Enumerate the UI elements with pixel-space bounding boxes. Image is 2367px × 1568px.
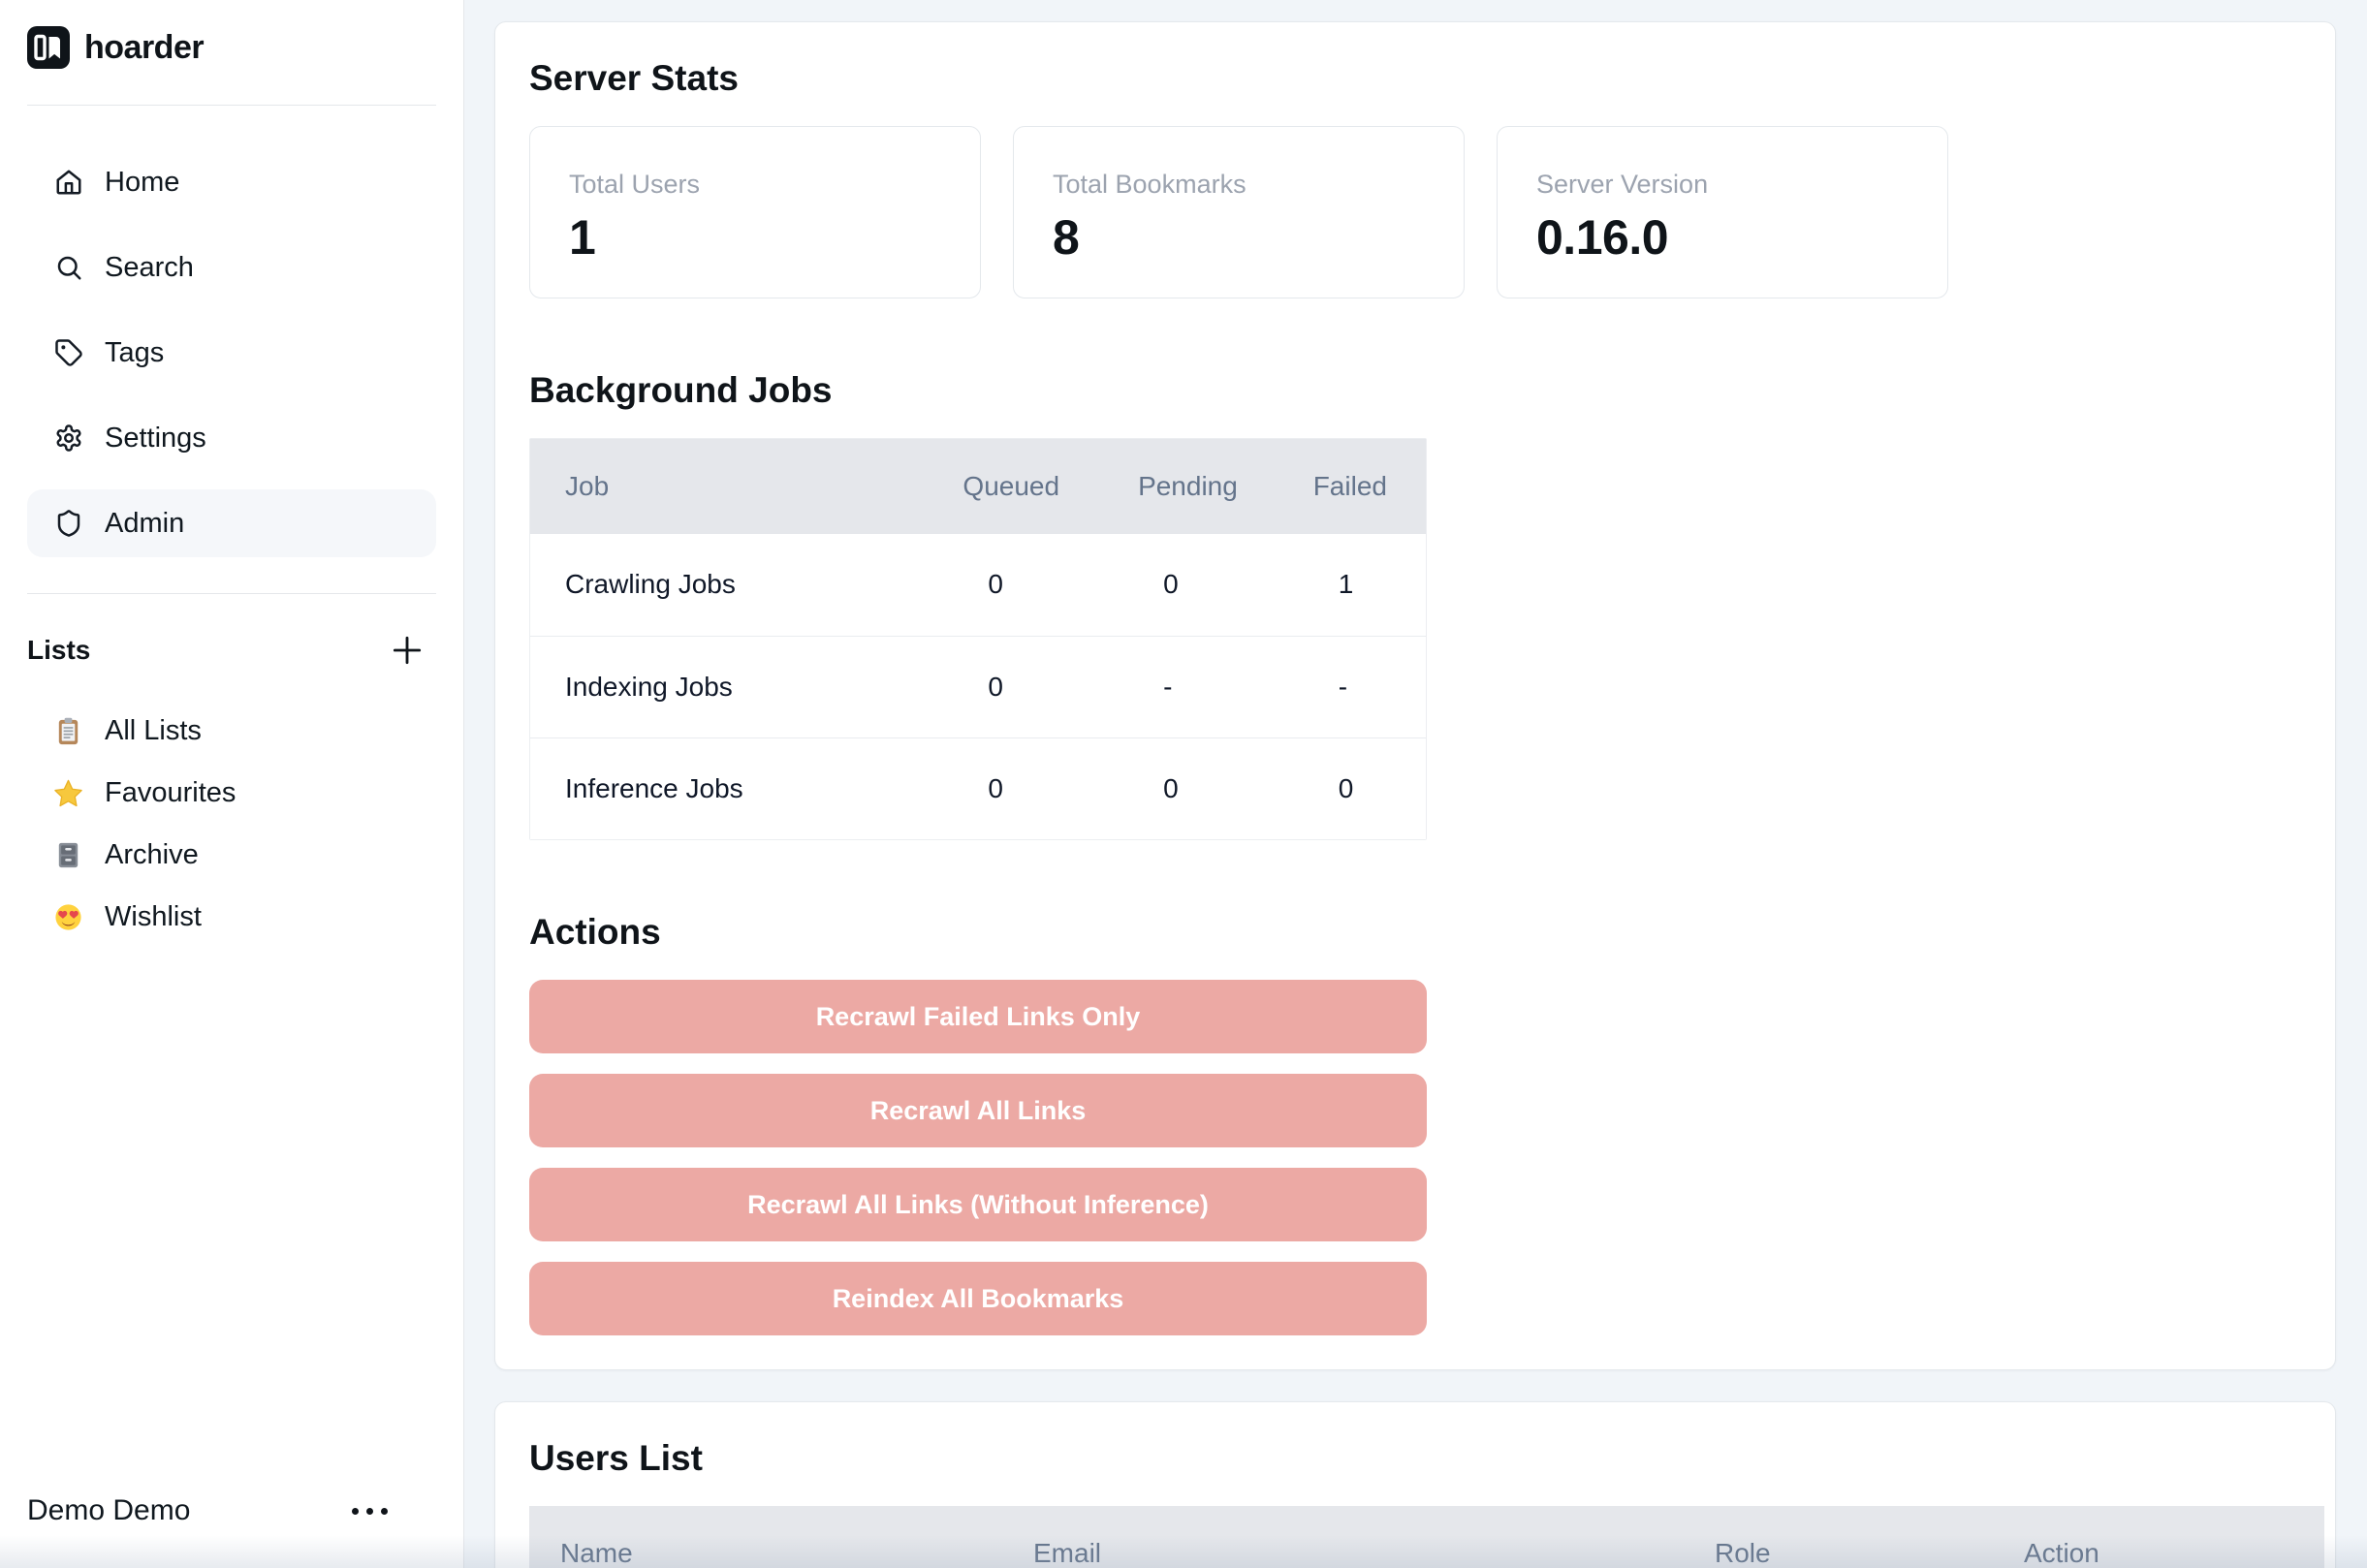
server-stats-title: Server Stats xyxy=(529,56,2301,101)
shield-icon xyxy=(54,509,83,538)
users-list-title: Users List xyxy=(529,1436,2301,1481)
lists-header: Lists xyxy=(27,627,436,674)
table-row: Indexing Jobs 0 - - xyxy=(530,636,1426,737)
stat-label: Total Bookmarks xyxy=(1053,170,1464,200)
sidebar-item-search[interactable]: Search xyxy=(27,234,436,301)
failed-cell: 1 xyxy=(1313,534,1426,636)
users-list-table: Name Email Role Action xyxy=(529,1506,2324,1568)
actions-title: Actions xyxy=(529,910,2301,955)
server-stats-row: Total Users 1 Total Bookmarks 8 Server V… xyxy=(529,126,2301,298)
clipboard-icon xyxy=(53,716,83,746)
heart-eyes-icon xyxy=(53,902,83,932)
table-header-row: Job Queued Pending Failed xyxy=(530,439,1426,534)
search-icon xyxy=(54,253,83,282)
users-list-card: Users List Name Email Role Action xyxy=(494,1401,2336,1568)
user-menu[interactable]: Demo Demo xyxy=(27,1494,436,1527)
lists-section: All Lists Favourites xyxy=(27,708,436,939)
list-item-label: All Lists xyxy=(105,715,202,747)
main-content: Server Stats Total Users 1 Total Bookmar… xyxy=(464,0,2367,1568)
column-header-name: Name xyxy=(529,1506,1002,1568)
divider xyxy=(27,593,436,594)
stat-label: Server Version xyxy=(1536,170,1947,200)
divider xyxy=(27,105,436,106)
list-item-label: Favourites xyxy=(105,777,236,809)
list-item-favourites[interactable]: Favourites xyxy=(27,770,436,815)
sidebar: hoarder Home Search Tags xyxy=(0,0,464,1568)
sidebar-item-label: Tags xyxy=(105,337,164,369)
column-header-queued: Queued xyxy=(963,439,1138,534)
add-list-button[interactable] xyxy=(386,629,428,672)
admin-panel-card: Server Stats Total Users 1 Total Bookmar… xyxy=(494,21,2336,1370)
column-header-email: Email xyxy=(1002,1506,1684,1568)
failed-cell: - xyxy=(1313,636,1426,737)
list-item-label: Archive xyxy=(105,839,199,871)
plus-icon xyxy=(389,632,426,669)
queued-cell: 0 xyxy=(963,534,1138,636)
pending-cell: 0 xyxy=(1138,534,1313,636)
sidebar-item-settings[interactable]: Settings xyxy=(27,404,436,472)
stat-card-total-bookmarks: Total Bookmarks 8 xyxy=(1013,126,1465,298)
recrawl-failed-links-button[interactable]: Recrawl Failed Links Only xyxy=(529,980,1427,1053)
sidebar-item-label: Home xyxy=(105,167,179,199)
sidebar-item-label: Admin xyxy=(105,508,184,540)
sidebar-item-admin[interactable]: Admin xyxy=(27,489,436,557)
ellipsis-icon xyxy=(352,1508,388,1515)
sidebar-item-label: Search xyxy=(105,252,194,284)
recrawl-all-links-without-inference-button[interactable]: Recrawl All Links (Without Inference) xyxy=(529,1168,1427,1241)
user-name: Demo Demo xyxy=(27,1494,190,1527)
reindex-all-bookmarks-button[interactable]: Reindex All Bookmarks xyxy=(529,1262,1427,1335)
failed-cell: 0 xyxy=(1313,737,1426,839)
star-icon xyxy=(53,778,83,808)
list-item-wishlist[interactable]: Wishlist xyxy=(27,894,436,939)
stat-value: 8 xyxy=(1053,209,1464,266)
queued-cell: 0 xyxy=(963,636,1138,737)
stat-label: Total Users xyxy=(569,170,980,200)
hoarder-logo-icon xyxy=(27,26,70,69)
column-header-failed: Failed xyxy=(1313,439,1426,534)
app-root: hoarder Home Search Tags xyxy=(0,0,2367,1568)
lists-title: Lists xyxy=(27,635,90,666)
home-icon xyxy=(54,168,83,197)
list-item-label: Wishlist xyxy=(105,901,202,933)
job-cell: Inference Jobs xyxy=(530,737,963,839)
sidebar-item-home[interactable]: Home xyxy=(27,148,436,216)
table-header-row: Name Email Role Action xyxy=(529,1506,2324,1568)
stat-value: 1 xyxy=(569,209,980,266)
stat-card-total-users: Total Users 1 xyxy=(529,126,981,298)
column-header-action: Action xyxy=(1993,1506,2324,1568)
table-row: Inference Jobs 0 0 0 xyxy=(530,737,1426,839)
stat-card-server-version: Server Version 0.16.0 xyxy=(1497,126,1948,298)
pending-cell: 0 xyxy=(1138,737,1313,839)
app-logo[interactable]: hoarder xyxy=(27,25,436,70)
sidebar-nav: Home Search Tags Settings xyxy=(27,148,436,557)
job-cell: Indexing Jobs xyxy=(530,636,963,737)
recrawl-all-links-button[interactable]: Recrawl All Links xyxy=(529,1074,1427,1147)
sidebar-item-tags[interactable]: Tags xyxy=(27,319,436,387)
logo-text: hoarder xyxy=(84,29,204,67)
list-item-archive[interactable]: Archive xyxy=(27,832,436,877)
column-header-job: Job xyxy=(530,439,963,534)
background-jobs-title: Background Jobs xyxy=(529,368,2301,413)
list-item-all-lists[interactable]: All Lists xyxy=(27,708,436,753)
gear-icon xyxy=(54,423,83,453)
sidebar-item-label: Settings xyxy=(105,423,206,455)
background-jobs-table: Job Queued Pending Failed Crawling Jobs … xyxy=(529,438,1427,840)
queued-cell: 0 xyxy=(963,737,1138,839)
actions-section: Recrawl Failed Links Only Recrawl All Li… xyxy=(529,980,2301,1335)
file-cabinet-icon xyxy=(53,840,83,870)
pending-cell: - xyxy=(1138,636,1313,737)
stat-value: 0.16.0 xyxy=(1536,209,1947,266)
tag-icon xyxy=(54,338,83,367)
job-cell: Crawling Jobs xyxy=(530,534,963,636)
column-header-pending: Pending xyxy=(1138,439,1313,534)
table-row: Crawling Jobs 0 0 1 xyxy=(530,534,1426,636)
column-header-role: Role xyxy=(1684,1506,1993,1568)
